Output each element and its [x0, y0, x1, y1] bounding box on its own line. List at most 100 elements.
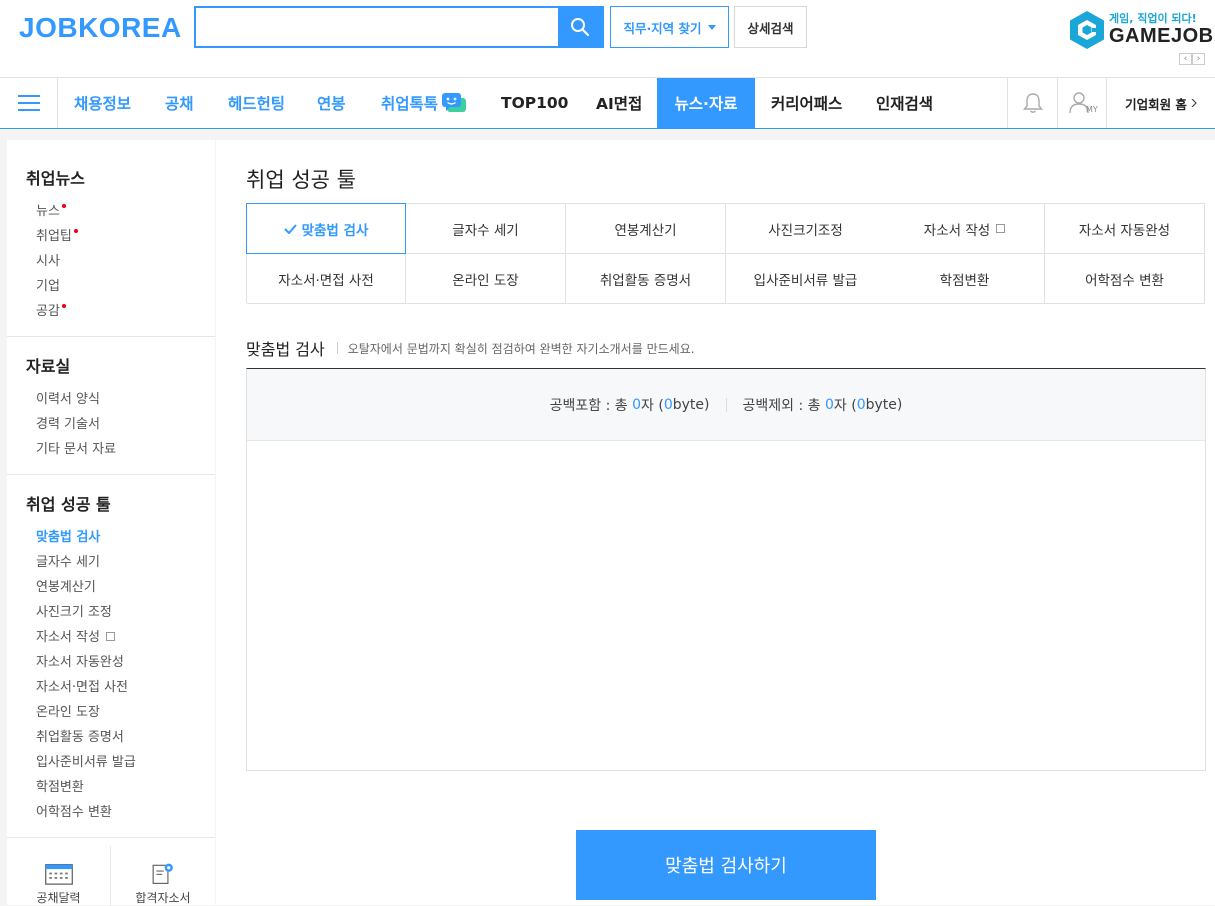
sidebar-item-current-affairs[interactable]: 시사: [36, 250, 60, 269]
detail-search-button[interactable]: 상세검색: [734, 6, 807, 48]
nav-item-news[interactable]: 뉴스·자료: [657, 78, 755, 128]
gamejob-logo-icon: [1070, 11, 1104, 49]
tool-label: 맞춤법 검사: [301, 222, 369, 239]
sidebar-item-other-docs[interactable]: 기타 문서 자료: [36, 438, 116, 457]
spell-check-textarea[interactable]: [246, 440, 1206, 771]
sidebar: 취업뉴스 뉴스 취업팁 시사 기업 공감 자료실 이력서 양식 경력 기술서 기…: [7, 140, 215, 906]
sidebar-item-cover-letter-auto[interactable]: 자소서 자동완성: [36, 651, 124, 670]
corp-home-link[interactable]: 기업회원 홈: [1106, 78, 1215, 128]
tool-activity-cert[interactable]: 취업활동 증명서: [566, 254, 726, 304]
menu-hamburger-icon[interactable]: [0, 78, 58, 128]
char-count-without-space: 0: [824, 396, 834, 413]
tool-photo-resize[interactable]: 사진크기조정: [726, 204, 886, 254]
gamejob-banner[interactable]: 게임, 직업이 되다! GAMEJOB: [1068, 8, 1213, 54]
nav-item-headhunting[interactable]: 헤드헌팅: [228, 78, 285, 128]
tool-online-stamp[interactable]: 온라인 도장: [406, 254, 566, 304]
counter-prefix: : 총: [794, 397, 825, 414]
tool-grade-convert[interactable]: 학점변환: [885, 254, 1045, 304]
nav-item-jobs[interactable]: 채용정보: [74, 78, 131, 128]
tool-cover-letter-auto[interactable]: 자소서 자동완성: [1045, 204, 1205, 254]
banner-prev-button[interactable]: ‹: [1179, 53, 1192, 65]
sidebar-item-online-stamp[interactable]: 온라인 도장: [36, 701, 100, 720]
my-label: MY: [1086, 105, 1098, 114]
sidebar-item-tips[interactable]: 취업팁: [36, 225, 78, 244]
tool-cover-letter[interactable]: 자소서 작성: [885, 204, 1045, 254]
main-nav: 채용정보 공채 헤드헌팅 연봉 취업톡톡 TOP100 AI면접 뉴스·자료 커…: [0, 78, 1215, 129]
search-box: [194, 6, 604, 48]
nav-item-public-recruit[interactable]: 공채: [165, 78, 194, 128]
with-space-label: 공백포함: [549, 397, 602, 414]
shortcut-passed-cover-letters[interactable]: 합격자소서: [111, 846, 215, 906]
nav-item-talk[interactable]: 취업톡톡: [381, 78, 467, 128]
nav-item-ai-interview[interactable]: AI면접: [596, 78, 642, 128]
tool-salary-calc[interactable]: 연봉계산기: [566, 204, 726, 254]
sidebar-title-news: 취업뉴스: [26, 169, 85, 188]
sidebar-item-resume-forms[interactable]: 이력서 양식: [36, 388, 100, 407]
new-window-icon: [996, 224, 1006, 233]
byte-unit: byte): [865, 396, 903, 413]
nav-item-top100[interactable]: TOP100: [501, 78, 568, 128]
new-window-icon: [105, 632, 115, 641]
sidebar-item-empathy[interactable]: 공감: [36, 300, 66, 319]
sidebar-item-salary-calc[interactable]: 연봉계산기: [36, 576, 96, 595]
sidebar-item-photo-resize[interactable]: 사진크기 조정: [36, 601, 112, 620]
tool-char-count[interactable]: 글자수 세기: [406, 204, 566, 254]
tool-dictionary[interactable]: 자소서·면접 사전: [247, 254, 406, 304]
sidebar-item-spell-check[interactable]: 맞춤법 검사: [36, 526, 100, 545]
page-title: 취업 성공 툴: [246, 168, 356, 192]
char-unit: 자 (: [833, 397, 857, 414]
my-page-button[interactable]: MY: [1057, 78, 1107, 128]
top-header: JOBKOREA 직무·지역 찾기 상세검색 게임, 직업이 되다! GAMEJ…: [0, 0, 1215, 78]
sidebar-item-char-count[interactable]: 글자수 세기: [36, 551, 100, 570]
sidebar-item-news[interactable]: 뉴스: [36, 200, 66, 219]
tool-doc-issue[interactable]: 입사준비서류 발급: [726, 254, 886, 304]
sidebar-item-label: 공감: [36, 304, 60, 319]
sidebar-item-career-description[interactable]: 경력 기술서: [36, 413, 100, 432]
byte-count-without-space: 0: [856, 396, 866, 413]
section-description: 오탈자에서 문법까지 확실히 점검하여 완벽한 자기소개서를 만드세요.: [347, 341, 695, 356]
spell-check-submit-button[interactable]: 맞춤법 검사하기: [576, 830, 876, 900]
shortcut-passed-label: 합격자소서: [135, 891, 191, 905]
certificate-icon: [152, 863, 173, 884]
sidebar-item-label: 뉴스: [36, 204, 60, 219]
section-header: 맞춤법 검사 오탈자에서 문법까지 확실히 점검하여 완벽한 자기소개서를 만드…: [246, 336, 695, 360]
corp-home-label: 기업회원 홈: [1125, 96, 1187, 112]
sidebar-shortcuts: 공채달력 합격자소서: [7, 837, 215, 906]
sidebar-divider: [7, 336, 215, 337]
job-area-button[interactable]: 직무·지역 찾기: [610, 6, 729, 48]
sidebar-item-company[interactable]: 기업: [36, 275, 60, 294]
calendar-icon: [44, 864, 73, 885]
shortcut-calendar[interactable]: 공채달력: [7, 846, 111, 906]
jobkorea-logo[interactable]: JOBKOREA: [19, 12, 182, 44]
tool-spell-check[interactable]: 맞춤법 검사: [246, 203, 406, 254]
sidebar-item-doc-issue[interactable]: 입사준비서류 발급: [36, 751, 136, 770]
tool-language-score[interactable]: 어학점수 변환: [1045, 254, 1205, 304]
banner-pager: ‹ ›: [1179, 53, 1205, 65]
bell-icon: [1022, 93, 1043, 113]
gamejob-name: GAMEJOB: [1109, 25, 1214, 47]
search-input[interactable]: [196, 8, 558, 46]
chevron-right-icon: [1191, 99, 1197, 107]
notification-button[interactable]: [1007, 78, 1057, 128]
sidebar-item-language-score[interactable]: 어학점수 변환: [36, 801, 112, 820]
nav-item-career-path[interactable]: 커리어패스: [771, 78, 842, 128]
shortcut-calendar-label: 공채달력: [36, 891, 81, 905]
new-dot-icon: [61, 204, 66, 208]
sidebar-item-dictionary[interactable]: 자소서·면접 사전: [36, 676, 128, 695]
section-divider: [336, 342, 338, 354]
counter-divider: [725, 397, 727, 412]
counter-prefix: : 총: [601, 397, 633, 414]
sidebar-item-activity-cert[interactable]: 취업활동 증명서: [36, 726, 124, 745]
sidebar-item-grade-convert[interactable]: 학점변환: [36, 776, 84, 795]
new-dot-icon: [73, 229, 78, 233]
sidebar-item-label: 자소서 작성: [36, 630, 100, 645]
main-content: 취업 성공 툴 맞춤법 검사 글자수 세기 연봉계산기 사진크기조정 자소서 작…: [216, 140, 1215, 905]
char-unit: 자 (: [641, 397, 664, 414]
banner-next-button[interactable]: ›: [1192, 53, 1205, 65]
new-dot-icon: [61, 304, 66, 308]
search-button[interactable]: [558, 8, 602, 46]
sidebar-item-cover-letter[interactable]: 자소서 작성: [36, 626, 115, 645]
caret-down-icon: [707, 24, 716, 30]
nav-item-salary[interactable]: 연봉: [317, 78, 346, 128]
nav-item-talent-search[interactable]: 인재검색: [876, 78, 933, 128]
